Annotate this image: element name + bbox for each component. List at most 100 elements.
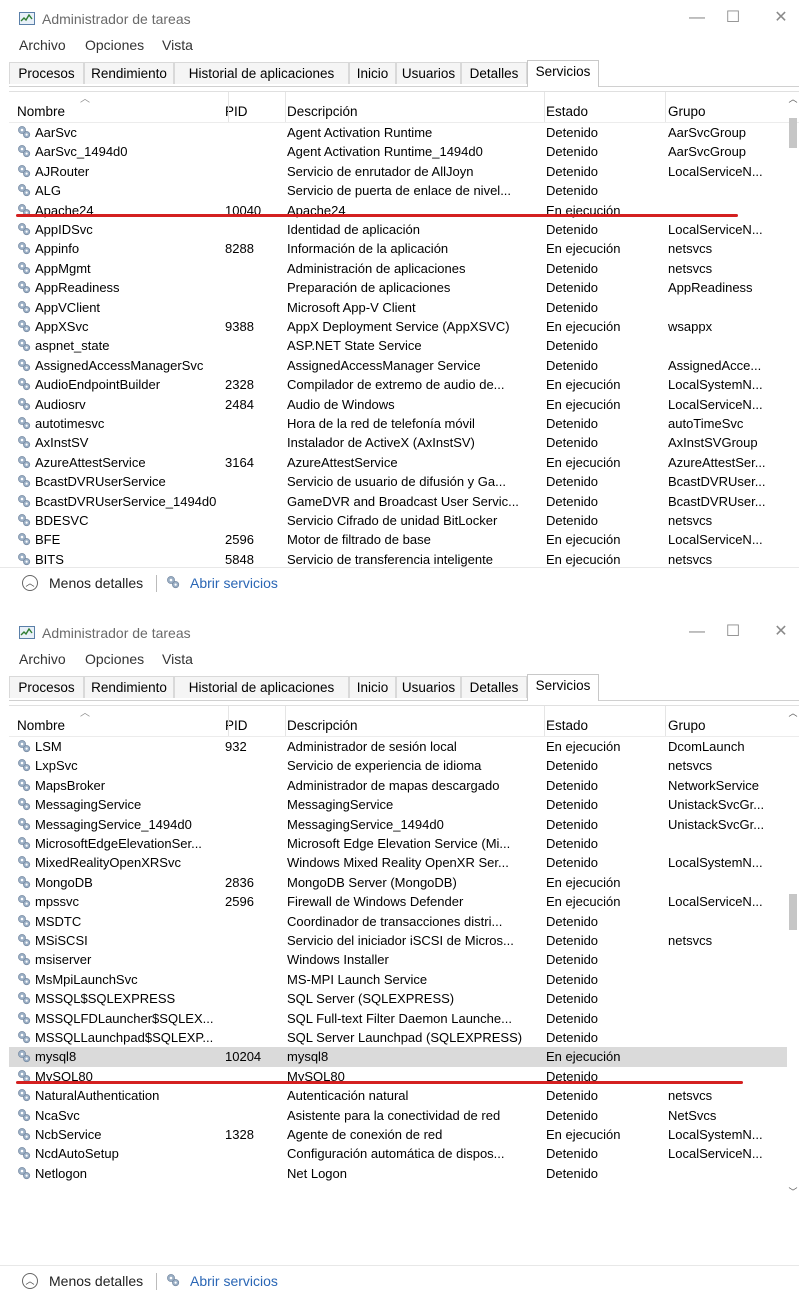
table-row[interactable]: BDESVC Servicio Cifrado de unidad BitLock… [9, 511, 787, 530]
table-row[interactable]: AxInstSV Instalador de ActiveX (AxInstSV)… [9, 433, 787, 452]
table-row[interactable]: AssignedAccessManagerSvc AssignedAccessMa… [9, 356, 787, 375]
tab-historial-de-aplicaciones[interactable]: Historial de aplicaciones [174, 62, 349, 84]
table-row[interactable]: AppIDSvc Identidad de aplicación Detenido L… [9, 220, 787, 239]
minimize-button[interactable]: — [682, 620, 712, 644]
column-divider[interactable] [285, 92, 286, 122]
tab-historial-de-aplicaciones[interactable]: Historial de aplicaciones [174, 676, 349, 698]
table-row[interactable]: LxpSvc Servicio de experiencia de idioma D… [9, 756, 787, 775]
table-row[interactable]: MicrosoftEdgeElevationSer... Microsoft Ed… [9, 834, 787, 853]
scroll-up-icon[interactable]: ︿ [787, 94, 799, 104]
column-divider[interactable] [544, 92, 545, 122]
tab-rendimiento[interactable]: Rendimiento [84, 62, 174, 84]
table-row[interactable]: Audiosrv 2484 Audio de Windows En ejecución… [9, 395, 787, 414]
table-row[interactable]: MsMpiLaunchSvc MS-MPI Launch Service Deten… [9, 970, 787, 989]
table-row[interactable]: mpssvc 2596 Firewall de Windows Defender En… [9, 892, 787, 911]
column-header-nombre[interactable]: Nombre [17, 718, 65, 733]
table-row[interactable]: MSSQL$SQLEXPRESS SQL Server (SQLEXPRESS) D… [9, 989, 787, 1008]
column-divider[interactable] [285, 706, 286, 736]
column-divider[interactable] [228, 706, 229, 736]
table-row[interactable]: BFE 2596 Motor de filtrado de base En ejecu… [9, 530, 787, 549]
tab-procesos[interactable]: Procesos [9, 62, 84, 84]
open-services-link[interactable]: Abrir servicios [190, 575, 278, 591]
table-row[interactable]: MongoDB 2836 MongoDB Server (MongoDB) En ej… [9, 873, 787, 892]
table-row[interactable]: AppReadiness Preparación de aplicaciones D… [9, 278, 787, 297]
table-row[interactable]: autotimesvc Hora de la red de telefonía m… [9, 414, 787, 433]
table-row[interactable]: NcbService 1328 Agente de conexión de red E… [9, 1125, 787, 1144]
close-button[interactable]: ✕ [766, 6, 796, 30]
table-row[interactable]: NcaSvc Asistente para la conectividad de … [9, 1106, 787, 1125]
column-divider[interactable] [665, 92, 666, 122]
table-row[interactable]: LSM 932 Administrador de sesión local En ej… [9, 737, 787, 756]
column-header-nombre[interactable]: Nombre [17, 104, 65, 119]
table-row[interactable]: BcastDVRUserService_1494d0 GameDVR and Br… [9, 492, 787, 511]
tab-servicios[interactable]: Servicios [527, 60, 599, 87]
fewer-details-link[interactable]: Menos detalles [49, 575, 143, 591]
scroll-down-icon[interactable]: ﹀ [787, 1187, 799, 1197]
tab-inicio[interactable]: Inicio [349, 676, 396, 698]
column-header-grupo[interactable]: Grupo [668, 718, 706, 733]
menu-item-opciones[interactable]: Opciones [85, 651, 144, 667]
chevron-up-icon[interactable]: ︿ [22, 1273, 38, 1289]
table-row[interactable]: MessagingService MessagingService Detenido… [9, 795, 787, 814]
table-row[interactable]: Appinfo 8288 Información de la aplicación E… [9, 239, 787, 258]
table-row[interactable]: Netlogon Net Logon Detenido [9, 1164, 787, 1183]
table-row[interactable]: AudioEndpointBuilder 2328 Compilador de ex… [9, 375, 787, 394]
fewer-details-link[interactable]: Menos detalles [49, 1273, 143, 1289]
column-divider[interactable] [228, 92, 229, 122]
table-row[interactable]: AppXSvc 9388 AppX Deployment Service (AppX… [9, 317, 787, 336]
table-row[interactable]: MSiSCSI Servicio del iniciador iSCSI de M… [9, 931, 787, 950]
cell-desc: Servicio Cifrado de unidad BitLocker [287, 513, 498, 528]
column-header-estado[interactable]: Estado [546, 718, 588, 733]
table-row[interactable]: BcastDVRUserService Servicio de usuario d… [9, 472, 787, 491]
menu-item-vista[interactable]: Vista [162, 37, 193, 53]
menu-item-opciones[interactable]: Opciones [85, 37, 144, 53]
column-divider[interactable] [544, 706, 545, 736]
table-row[interactable]: AzureAttestService 3164 AzureAttestService… [9, 453, 787, 472]
table-row[interactable]: AppMgmt Administración de aplicaciones Det… [9, 259, 787, 278]
tab-usuarios[interactable]: Usuarios [396, 676, 461, 698]
table-row[interactable]: ALG Servicio de puerta de enlace de nivel… [9, 181, 787, 200]
vertical-scrollbar[interactable]: ︿﹀ [787, 706, 799, 1201]
table-row[interactable]: msiserver Windows Installer Detenido [9, 950, 787, 969]
tab-rendimiento[interactable]: Rendimiento [84, 676, 174, 698]
column-divider[interactable] [665, 706, 666, 736]
maximize-button[interactable]: ☐ [718, 6, 748, 30]
table-row[interactable]: mysql8 10204 mysql8 En ejecución [9, 1047, 787, 1067]
table-row[interactable]: AppVClient Microsoft App-V Client Detenido [9, 298, 787, 317]
table-row[interactable]: AarSvc Agent Activation Runtime Detenido Aa… [9, 123, 787, 142]
table-row[interactable]: AarSvc_1494d0 Agent Activation Runtime_14… [9, 142, 787, 161]
tab-procesos[interactable]: Procesos [9, 676, 84, 698]
tab-inicio[interactable]: Inicio [349, 62, 396, 84]
menu-item-archivo[interactable]: Archivo [19, 651, 66, 667]
open-services-link[interactable]: Abrir servicios [190, 1273, 278, 1289]
menu-item-vista[interactable]: Vista [162, 651, 193, 667]
table-row[interactable]: MessagingService_1494d0 MessagingService_… [9, 815, 787, 834]
table-row[interactable]: MSDTC Coordinador de transacciones distri… [9, 912, 787, 931]
minimize-button[interactable]: — [682, 6, 712, 30]
table-row[interactable]: MSSQLLaunchpad$SQLEXP... SQL Server Launc… [9, 1028, 787, 1047]
chevron-up-icon[interactable]: ︿ [22, 575, 38, 591]
maximize-button[interactable]: ☐ [718, 620, 748, 644]
scrollbar-thumb[interactable] [789, 118, 797, 148]
table-row[interactable]: MSSQLFDLauncher$SQLEX... SQL Full-text Fi… [9, 1009, 787, 1028]
table-row[interactable]: AJRouter Servicio de enrutador de AllJoyn… [9, 162, 787, 181]
table-row[interactable]: Apache24 10040 Apache24 En ejecución [9, 201, 787, 220]
table-row[interactable]: MapsBroker Administrador de mapas descarg… [9, 776, 787, 795]
column-header-descripción[interactable]: Descripción [287, 104, 358, 119]
vertical-scrollbar[interactable]: ︿﹀ [787, 92, 799, 587]
table-row[interactable]: aspnet_state ASP.NET State Service Detenid… [9, 336, 787, 355]
tab-servicios[interactable]: Servicios [527, 674, 599, 701]
table-row[interactable]: MixedRealityOpenXRSvc Windows Mixed Reali… [9, 853, 787, 872]
close-button[interactable]: ✕ [766, 620, 796, 644]
tab-detalles[interactable]: Detalles [461, 62, 527, 84]
column-header-descripción[interactable]: Descripción [287, 718, 358, 733]
tab-usuarios[interactable]: Usuarios [396, 62, 461, 84]
table-row[interactable]: NcdAutoSetup Configuración automática de … [9, 1144, 787, 1163]
column-header-estado[interactable]: Estado [546, 104, 588, 119]
menu-item-archivo[interactable]: Archivo [19, 37, 66, 53]
scrollbar-thumb[interactable] [789, 894, 797, 930]
tab-detalles[interactable]: Detalles [461, 676, 527, 698]
table-row[interactable]: NaturalAuthentication Autenticación natur… [9, 1086, 787, 1105]
column-header-grupo[interactable]: Grupo [668, 104, 706, 119]
scroll-up-icon[interactable]: ︿ [787, 708, 799, 718]
